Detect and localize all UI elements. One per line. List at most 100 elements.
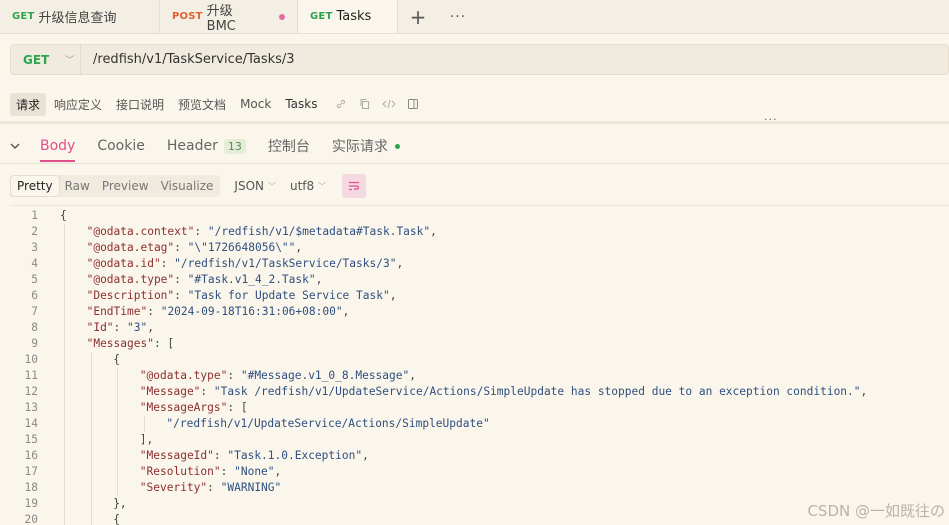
json-punct: ,	[147, 321, 154, 334]
tab-actual-request[interactable]: 实际请求	[332, 130, 400, 162]
code-line: 10 {	[10, 352, 949, 368]
tab-label: 升级BMC	[206, 3, 236, 34]
json-punct: ,	[342, 305, 350, 318]
json-punct: :	[227, 369, 241, 382]
method-value: GET	[23, 52, 50, 67]
line-number: 10	[24, 353, 38, 366]
json-punct: :	[113, 321, 128, 334]
code-line: 4 "@odata.id": "/redfish/v1/TaskService/T…	[10, 256, 949, 272]
json-punct: :	[147, 305, 161, 318]
tab-header[interactable]: Header 13	[167, 130, 246, 162]
more-tabs-icon[interactable]: ···	[438, 0, 478, 33]
tab-cookie[interactable]: Cookie	[97, 130, 145, 162]
subtab-response-definition[interactable]: 响应定义	[48, 93, 108, 116]
json-punct: ],	[139, 433, 154, 446]
json-string: "Task for Update Service Task"	[187, 289, 390, 302]
code-line: 3 "@odata.etag": "\"1726648056\"",	[10, 240, 949, 256]
json-punct: :	[174, 273, 188, 286]
link-icon[interactable]	[333, 96, 349, 112]
tab-tasks[interactable]: GET Tasks	[298, 0, 398, 33]
mode-visualize[interactable]: Visualize	[155, 176, 220, 196]
line-number: 17	[24, 465, 38, 478]
tab-method-label: GET	[310, 11, 333, 22]
json-punct: ,	[362, 449, 369, 462]
code-line: 8 "Id": "3",	[10, 320, 949, 336]
resize-handle-icon[interactable]: ···	[764, 113, 778, 126]
json-punct: : [	[227, 401, 248, 414]
tab-label: Tasks	[336, 9, 372, 24]
response-body-editor[interactable]: 1{2 "@odata.context": "/redfish/v1/$metad…	[10, 205, 949, 525]
json-punct: ,	[389, 289, 397, 302]
format-type-select[interactable]: JSON ﹀	[234, 179, 276, 193]
code-line: 15],	[10, 432, 949, 448]
word-wrap-icon[interactable]	[342, 174, 367, 198]
line-number: 6	[31, 289, 38, 302]
json-punct: ,	[860, 385, 868, 398]
code-text: "@odata.etag": "\"1726648056\"",	[87, 240, 303, 256]
encoding-select[interactable]: utf8 ﹀	[290, 179, 326, 193]
copy-icon[interactable]	[357, 96, 373, 112]
mode-preview[interactable]: Preview	[96, 176, 155, 196]
subtab-api-description[interactable]: 接口说明	[110, 93, 170, 116]
json-punct: :	[174, 289, 188, 302]
code-text: "@odata.type": "#Message.v1_0_8.Message"…	[140, 368, 416, 384]
tab-body[interactable]: Body	[40, 130, 76, 162]
json-key: "Severity"	[139, 481, 208, 494]
code-line: 14 "/redfish/v1/UpdateService/Actions/Sim…	[10, 416, 949, 432]
line-number: 13	[24, 401, 38, 414]
unsaved-dot-icon	[279, 13, 285, 20]
subtab-request[interactable]: 请求	[10, 92, 47, 116]
indent-guide	[143, 416, 145, 432]
url-input[interactable]: /redfish/v1/TaskService/Tasks/3	[81, 52, 295, 67]
json-string: "3"	[127, 321, 148, 334]
subtab-mock[interactable]: Mock	[234, 94, 277, 114]
code-text: {	[60, 208, 67, 224]
code-text: "@odata.id": "/redfish/v1/TaskService/Ta…	[87, 256, 404, 272]
tab-label: 升级信息查询	[38, 11, 117, 26]
tab-upgrade-bmc[interactable]: POST 升级BMC	[160, 0, 298, 34]
tab-console[interactable]: 控制台	[268, 130, 310, 162]
add-tab-icon[interactable]: +	[398, 0, 438, 33]
json-string: "/redfish/v1/UpdateService/Actions/Simpl…	[166, 417, 490, 430]
code-text: "EndTime": "2024-09-18T16:31:06+08:00",	[87, 304, 350, 320]
code-line: 2 "@odata.context": "/redfish/v1/$metadat…	[10, 224, 949, 240]
code-text: "@odata.type": "#Task.v1_4_2.Task",	[87, 272, 323, 288]
indent-guide	[90, 352, 92, 525]
code-line: 1{	[10, 208, 949, 224]
line-number: 1	[31, 209, 38, 222]
json-string: "Task.1.0.Exception"	[227, 449, 363, 462]
chevron-down-icon: ﹀	[65, 56, 75, 66]
tab-method-label: GET	[12, 11, 35, 22]
line-number: 8	[31, 321, 38, 334]
json-key: "@odata.context"	[86, 225, 195, 238]
json-key: "@odata.type"	[86, 273, 175, 286]
code-line: 17 "Resolution": "None",	[10, 464, 949, 480]
panel-divider[interactable]	[0, 121, 949, 124]
code-text: "Description": "Task for Update Service …	[87, 288, 397, 304]
code-text: "@odata.context": "/redfish/v1/$metadata…	[87, 224, 437, 240]
collapse-chevron-icon[interactable]	[10, 140, 28, 153]
json-key: "@odata.id"	[86, 257, 161, 270]
format-toolbar: Pretty Raw Preview Visualize JSON ﹀ utf8…	[10, 174, 367, 198]
json-key: "EndTime"	[86, 305, 148, 318]
mode-raw[interactable]: Raw	[59, 176, 96, 196]
code-text: {	[113, 512, 120, 525]
status-dot-icon	[394, 143, 400, 149]
tab-upgrade-info-query[interactable]: GET 升级信息查询	[0, 0, 160, 33]
line-number: 9	[31, 337, 38, 350]
watermark: CSDN @一如既往の	[807, 502, 945, 520]
request-name[interactable]: Tasks	[279, 94, 323, 114]
json-key: "Resolution"	[139, 465, 221, 478]
mode-pretty[interactable]: Pretty	[11, 176, 59, 196]
code-text: "Severity": "WARNING"	[140, 480, 281, 496]
response-tabs: Body Cookie Header 13 控制台 实际请求	[10, 130, 949, 162]
code-icon[interactable]	[381, 96, 397, 112]
split-view-icon[interactable]	[405, 96, 421, 112]
code-text: "Message": "Task /redfish/v1/UpdateServi…	[140, 384, 867, 400]
json-key: "Description"	[86, 289, 175, 302]
method-select[interactable]: GET ﹀	[11, 45, 81, 74]
url-bar: GET ﹀ /redfish/v1/TaskService/Tasks/3	[10, 44, 949, 75]
code-line: 11 "@odata.type": "#Message.v1_0_8.Messag…	[10, 368, 949, 384]
line-number: 11	[24, 369, 38, 382]
subtab-preview-doc[interactable]: 预览文档	[172, 93, 232, 116]
